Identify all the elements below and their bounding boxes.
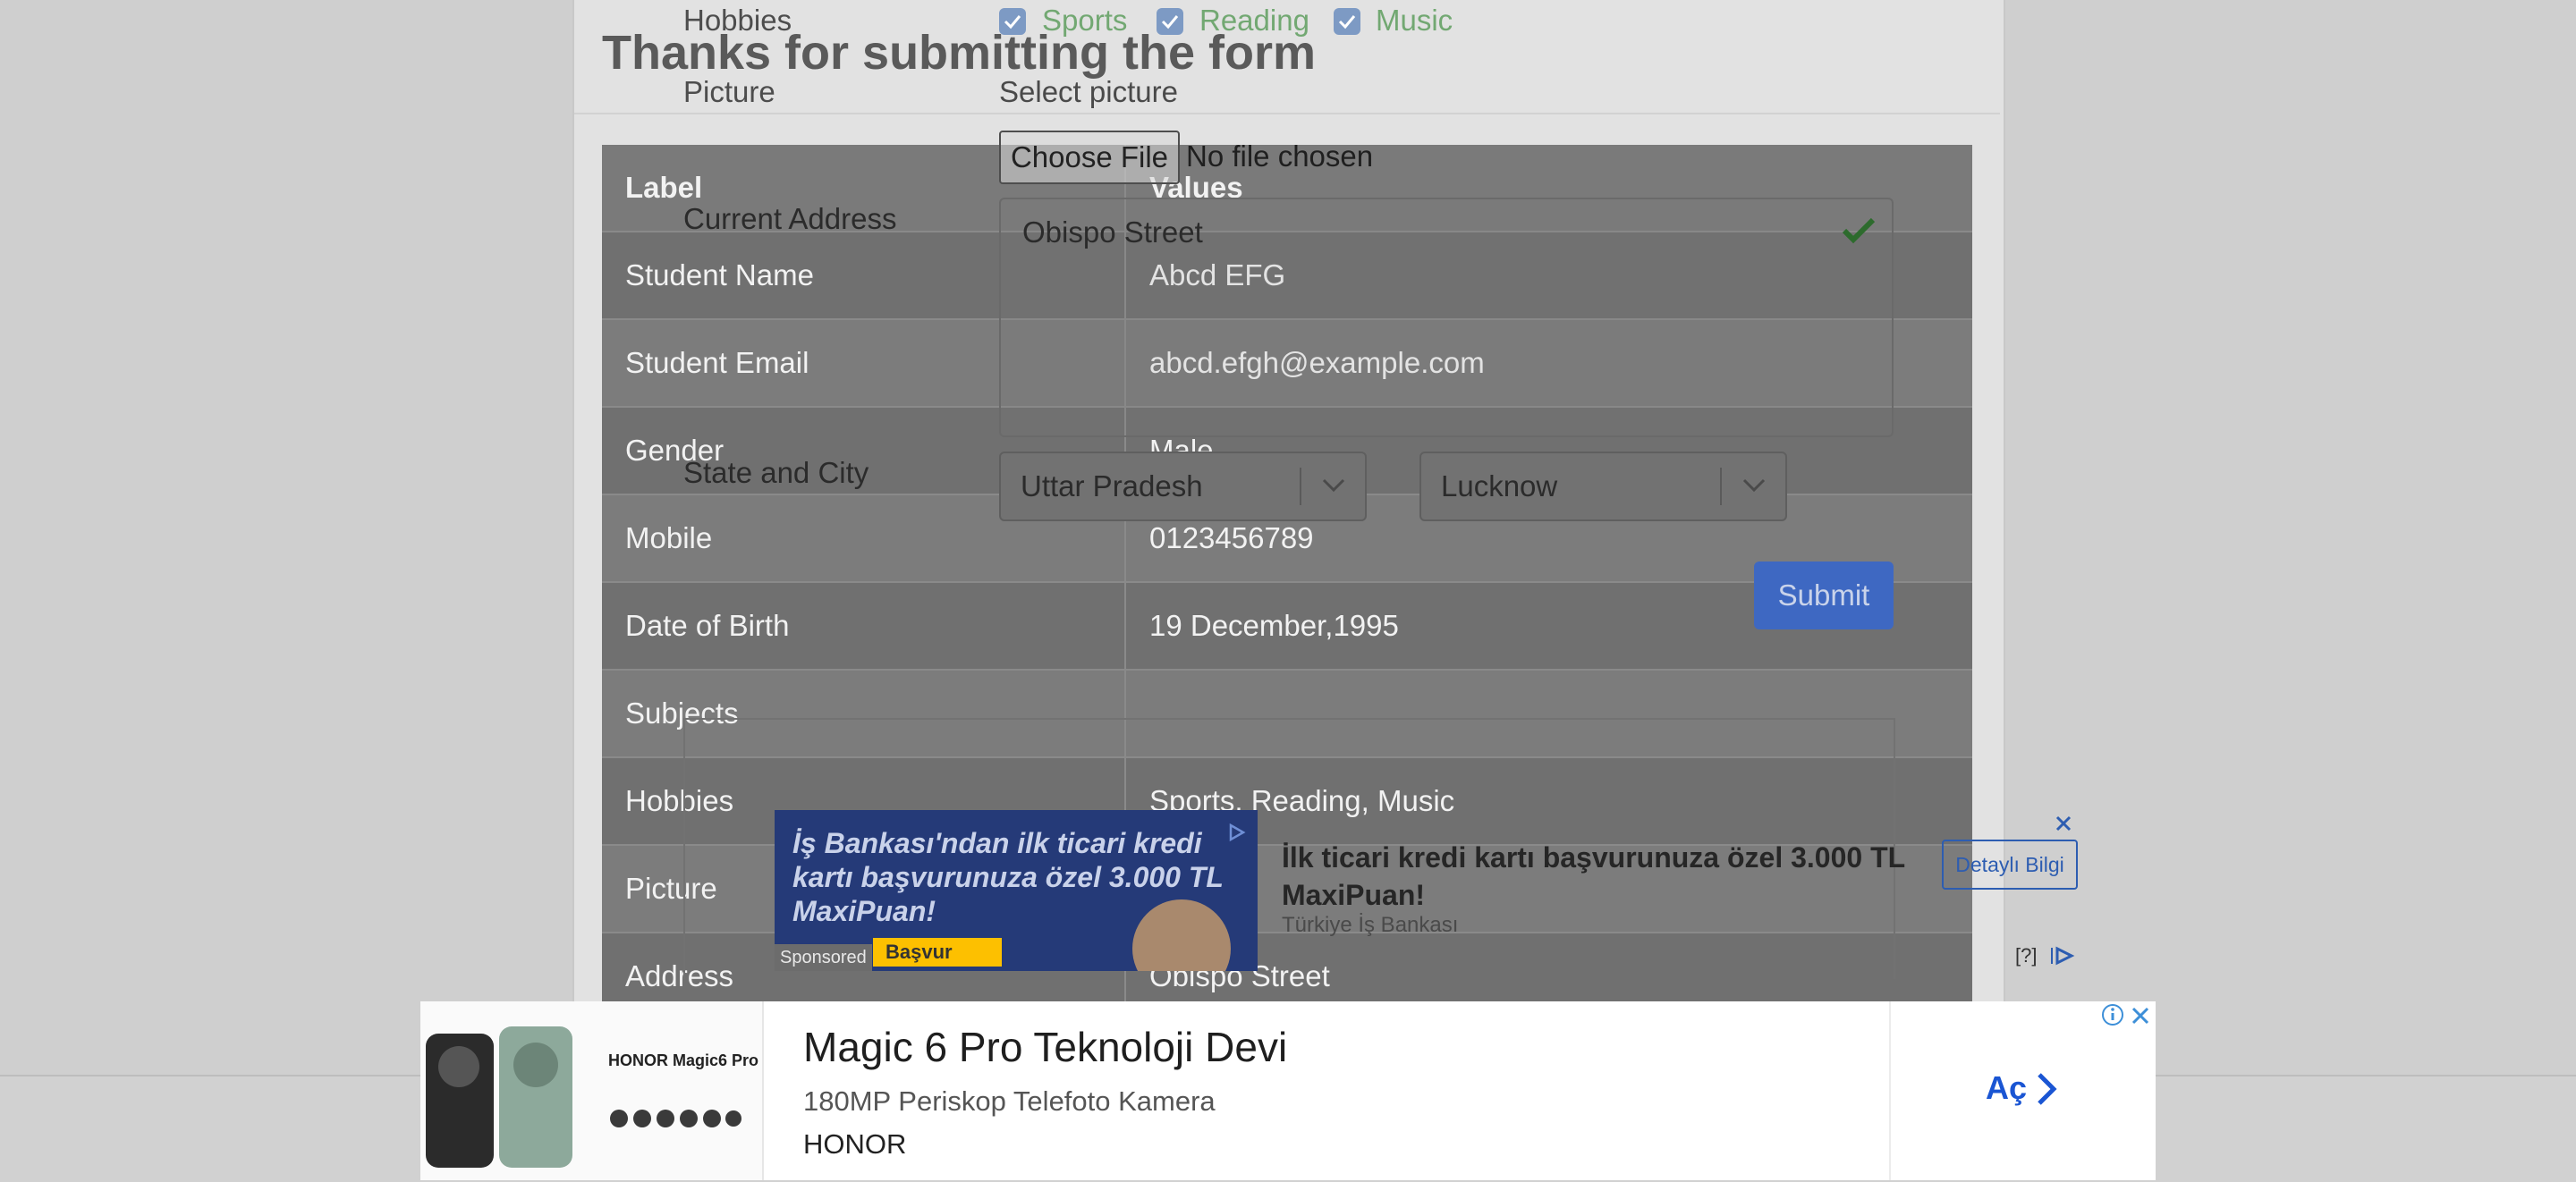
reading-label[interactable]: Reading bbox=[1199, 4, 1309, 38]
sports-label[interactable]: Sports bbox=[1042, 4, 1127, 38]
chevron-down-icon bbox=[1742, 478, 1766, 493]
chevron-down-icon bbox=[1322, 478, 1345, 493]
state-city-label: State and City bbox=[683, 456, 869, 489]
row-label: Date of Birth bbox=[602, 582, 1126, 671]
ad-image[interactable]: İş Bankası'ndan ilk ticari kredi kartı b… bbox=[775, 810, 1258, 971]
ad-description: 180MP Periskop Telefoto Kamera bbox=[803, 1085, 1216, 1117]
valid-check-icon bbox=[1842, 217, 1876, 244]
hobbies-label: Hobbies bbox=[683, 4, 792, 37]
ad-brand-text: HONOR Magic6 Pro bbox=[608, 1051, 759, 1069]
ad-advertiser: HONOR bbox=[803, 1128, 907, 1160]
music-label[interactable]: Music bbox=[1376, 4, 1453, 38]
current-address-label: Current Address bbox=[683, 202, 897, 235]
bottom-banner-ad[interactable]: HONOR Magic6 Pro Magic 6 Pro Teknoloji D… bbox=[420, 1001, 2156, 1180]
ad-title[interactable]: İlk ticari kredi kartı başvurunuza özel … bbox=[1282, 839, 1926, 914]
close-icon[interactable] bbox=[2129, 1004, 2152, 1027]
camera-image bbox=[438, 1046, 479, 1087]
state-select-value: Uttar Pradesh bbox=[1021, 469, 1203, 502]
sports-checkbox[interactable] bbox=[999, 8, 1026, 35]
select-separator bbox=[1720, 468, 1722, 505]
music-checkbox[interactable] bbox=[1334, 8, 1360, 35]
sponsored-ad[interactable]: İş Bankası'ndan ilk ticari kredi kartı b… bbox=[775, 810, 2080, 991]
ad-open-button[interactable]: Aç bbox=[1986, 1069, 2027, 1107]
award-badges-icon bbox=[610, 1110, 741, 1127]
adchoices-icon[interactable] bbox=[1227, 823, 1247, 842]
close-icon[interactable] bbox=[2050, 810, 2077, 837]
modal-divider bbox=[574, 113, 2000, 114]
current-address-value: Obispo Street bbox=[1022, 215, 1203, 249]
ad-advertiser: Türkiye İş Bankası bbox=[1282, 913, 1459, 937]
state-select[interactable]: Uttar Pradesh bbox=[999, 452, 1367, 521]
picture-label: Picture bbox=[683, 75, 775, 108]
ad-apply-badge: Başvur bbox=[873, 938, 1002, 967]
ad-product-image[interactable]: HONOR Magic6 Pro bbox=[420, 1001, 764, 1180]
info-icon[interactable] bbox=[2100, 1002, 2125, 1027]
ad-divider bbox=[1889, 1001, 1891, 1180]
ad-details-button[interactable]: Detaylı Bilgi bbox=[1942, 840, 2078, 890]
adchoices-icon[interactable] bbox=[2049, 946, 2076, 966]
submit-button[interactable]: Submit bbox=[1754, 561, 1894, 629]
select-separator bbox=[1300, 468, 1301, 505]
ad-title[interactable]: Magic 6 Pro Teknoloji Devi bbox=[803, 1023, 1287, 1071]
sponsored-label: Sponsored bbox=[775, 944, 872, 971]
ad-help-link[interactable]: [?] bbox=[2015, 944, 2037, 967]
city-select-value: Lucknow bbox=[1441, 469, 1558, 502]
reading-checkbox[interactable] bbox=[1157, 8, 1183, 35]
select-picture-label: Select picture bbox=[999, 75, 1178, 108]
city-select[interactable]: Lucknow bbox=[1419, 452, 1787, 521]
chevron-right-icon[interactable] bbox=[2035, 1071, 2058, 1107]
file-status: No file chosen bbox=[1186, 139, 1374, 173]
choose-file-button[interactable]: Choose File bbox=[999, 131, 1180, 184]
camera-image bbox=[513, 1043, 558, 1087]
